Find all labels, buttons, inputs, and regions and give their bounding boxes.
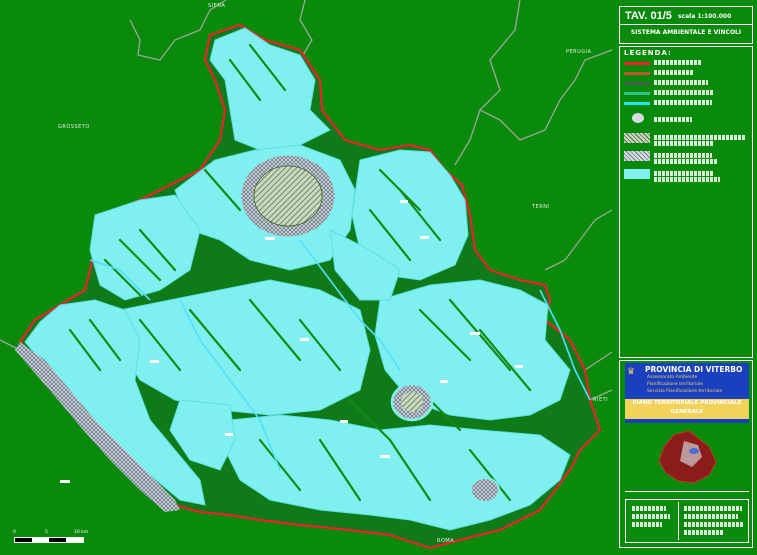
scale-label-start: 0	[13, 530, 16, 535]
plan-title: PIANO TERRITORIALE PROVINCIALE GENERALE	[625, 399, 749, 419]
legend-row-river	[624, 99, 750, 109]
sheet-code: TAV. 01/5	[625, 10, 672, 22]
sheet-theme: SISTEMA AMBIENTALE E VINCOLI	[630, 29, 742, 36]
place-label-roma: ROMA	[437, 538, 455, 544]
legend-swatch-hatch	[624, 133, 650, 143]
scale-bar	[14, 537, 84, 543]
place-label-rieti: RIETI	[593, 397, 609, 403]
legend-row-boundary	[624, 59, 750, 69]
location-inset-map	[658, 430, 717, 484]
authority-name: PROVINCIA DI VITERBO	[645, 365, 743, 374]
legend-swatch-brown-line	[624, 72, 650, 75]
legend-row-lake	[624, 113, 750, 127]
lake-bracciano-part	[470, 477, 500, 503]
scale-label-mid: 5	[45, 530, 48, 535]
authority-line-3: Servizio Pianificazione territoriale	[647, 389, 723, 394]
legend-swatch-red-line	[624, 62, 650, 65]
place-label-siena: SIENA	[208, 3, 226, 9]
legend-row-line-2	[624, 69, 750, 79]
sheet-theme-panel: SISTEMA AMBIENTALE E VINCOLI	[619, 24, 753, 44]
legend-row-line-4	[624, 89, 750, 99]
legend-row-hatch	[624, 133, 750, 147]
scale-label-end: 10 km	[74, 530, 89, 535]
title-block: ♛ PROVINCIA DI VITERBO Assessorato Ambie…	[619, 360, 753, 548]
legend-swatch-cyan-line	[624, 102, 650, 105]
legend-swatch-cross	[624, 151, 650, 161]
legend-swatch-cyan-fill	[624, 169, 650, 179]
place-label-perugia: PERUGIA	[566, 49, 592, 55]
authority-line-1: Assessorato Ambiente	[647, 375, 698, 380]
credits-box	[625, 499, 749, 543]
legend-swatch-lake	[632, 113, 644, 123]
place-label-grosseto: GROSSETO	[58, 124, 90, 130]
legend-swatch-dark-line	[624, 82, 650, 85]
sheet-scale: scala 1:100.000	[678, 13, 732, 20]
legend-row-cross	[624, 151, 750, 165]
legend-row-cyan-zone	[624, 169, 750, 183]
legend-header: LEGENDA:	[624, 49, 672, 57]
province-emblem-icon: ♛	[627, 367, 636, 377]
authority-line-2: Pianificazione territoriale	[647, 382, 704, 387]
place-label-terni: TERNI	[532, 204, 550, 210]
legend-panel: LEGENDA:	[619, 46, 753, 358]
legend-swatch-green-line	[624, 92, 650, 95]
legend-row-line-3	[624, 79, 750, 89]
